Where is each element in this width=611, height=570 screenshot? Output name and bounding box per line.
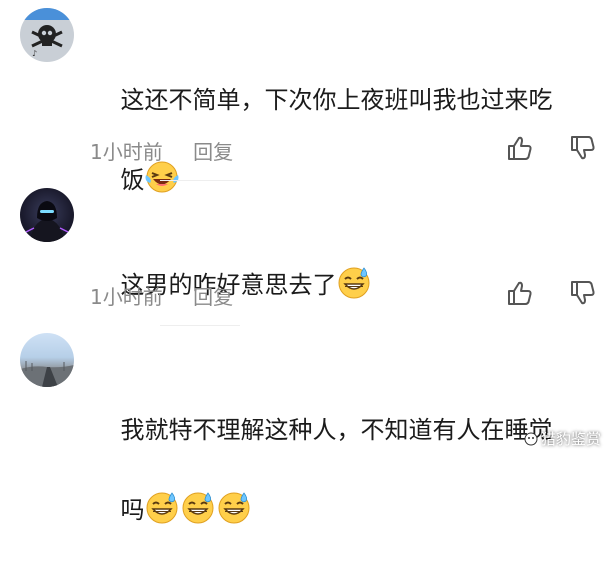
comment-text-line2: 饭 [120, 166, 145, 194]
road-landscape-avatar-icon [20, 361, 74, 387]
reply-button[interactable]: 回复 [193, 285, 233, 309]
comment-meta: 1小时前 回复 [90, 281, 233, 310]
comment-text: 我就特不理解这种人，不知道有人在睡觉 吗 [90, 370, 590, 570]
thumbs-up-icon[interactable] [506, 134, 534, 162]
leopard-logo-icon [524, 432, 538, 446]
divider [160, 180, 240, 181]
sweat-smile-emoji-icon [337, 265, 371, 299]
reply-button[interactable]: 回复 [193, 140, 233, 164]
comment-text-line2: 吗 [120, 496, 145, 524]
divider [160, 325, 240, 326]
comment-meta: 1小时前 回复 [90, 136, 233, 165]
comment-time: 1小时前 [90, 285, 163, 309]
sweat-smile-emoji-icon [145, 490, 179, 524]
thumbs-up-icon[interactable] [506, 279, 534, 307]
avatar[interactable]: ♪ [20, 8, 74, 62]
thumbs-down-icon[interactable] [569, 279, 597, 307]
thumbs-down-icon[interactable] [569, 134, 597, 162]
comment-text-line1: 这还不简单，下次你上夜班叫我也过来吃 [120, 86, 553, 114]
laughing-tears-emoji-icon [145, 160, 179, 194]
comment-text-line1: 我就特不理解这种人，不知道有人在睡觉 [120, 416, 553, 444]
sweat-smile-emoji-icon [217, 490, 251, 524]
hooded-figure-avatar-icon [25, 201, 69, 242]
skull-avatar-icon: ♪ [20, 8, 74, 58]
svg-text:♪: ♪ [32, 49, 37, 58]
watermark-text: 猎豹鉴赏 [540, 430, 601, 448]
avatar[interactable] [20, 333, 74, 387]
sweat-smile-emoji-icon [181, 490, 215, 524]
comment-time: 1小时前 [90, 140, 163, 164]
avatar[interactable] [20, 188, 74, 242]
watermark: 猎豹鉴赏 [524, 428, 601, 449]
